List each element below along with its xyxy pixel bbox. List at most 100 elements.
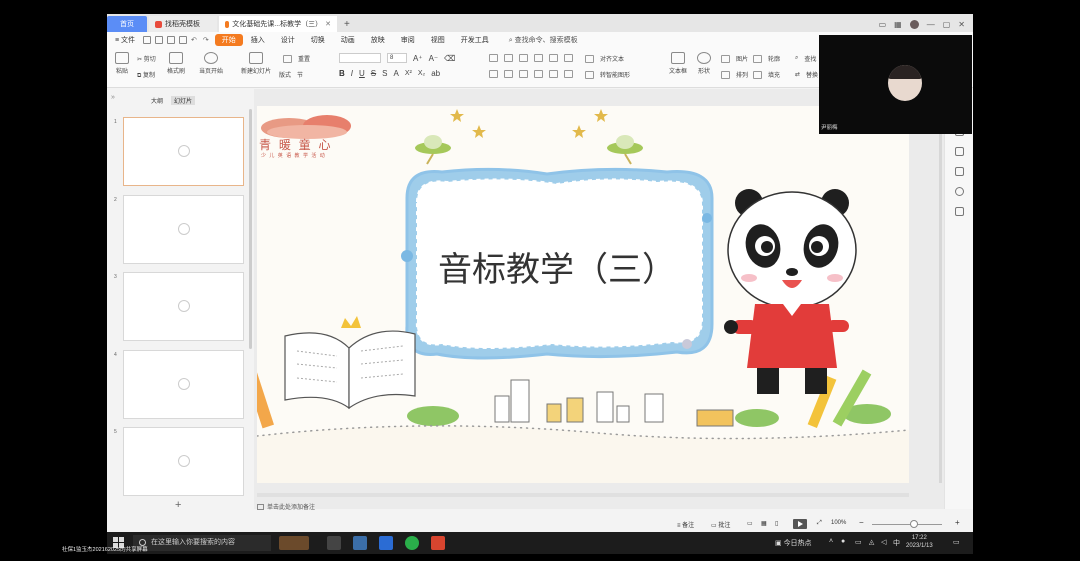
canvas-scrollbar[interactable]	[939, 107, 942, 483]
reading-view-icon[interactable]: ▯	[775, 520, 778, 527]
fill-button[interactable]: 填充	[753, 70, 780, 79]
save-icon[interactable]	[143, 36, 152, 44]
section-button[interactable]: 节	[297, 70, 303, 79]
location-icon[interactable]	[955, 187, 964, 196]
new-slide-button[interactable]: 新建幻灯片	[241, 52, 271, 75]
slide-title[interactable]: 音标教学（三）	[407, 242, 707, 291]
book-open-icon[interactable]	[955, 207, 964, 216]
close-window-icon[interactable]: ✕	[958, 20, 965, 29]
tray-up-icon[interactable]: ˄	[829, 538, 833, 545]
grow-font-icon[interactable]: A⁺	[413, 54, 423, 63]
collapse-panel-icon[interactable]: »	[111, 94, 115, 101]
shrink-font-icon[interactable]: A⁻	[429, 54, 439, 63]
strikethrough-icon[interactable]: S	[371, 69, 376, 78]
grid-icon[interactable]: ▦	[894, 20, 902, 29]
slide-thumbnail[interactable]	[123, 427, 244, 496]
add-slide-button[interactable]: +	[175, 499, 181, 511]
taskbar-widget-icon[interactable]	[279, 536, 309, 550]
zoom-in-button[interactable]: +	[955, 518, 960, 527]
export-icon[interactable]	[179, 36, 188, 44]
zoom-slider-track[interactable]	[872, 524, 942, 525]
wps-icon[interactable]	[431, 536, 445, 550]
tab-slides[interactable]: 幻灯片	[171, 96, 196, 105]
replace-button[interactable]: ⇄ 替换	[795, 70, 818, 79]
font-color-icon[interactable]: A	[393, 69, 398, 78]
align-text-button[interactable]: 对齐文本	[585, 54, 624, 63]
maximize-icon[interactable]: ▢	[943, 20, 951, 29]
normal-view-icon[interactable]: ▭	[747, 520, 753, 527]
subscript-icon[interactable]: X₂	[418, 70, 425, 77]
copy-icon[interactable]	[955, 147, 964, 156]
indent-decrease-icon[interactable]	[519, 54, 528, 62]
zoom-out-button[interactable]: −	[859, 518, 864, 527]
redo-icon[interactable]: ↷	[203, 36, 209, 44]
italic-icon[interactable]: I	[351, 69, 353, 78]
menu-file[interactable]: ≡ 文件	[113, 35, 143, 45]
minimize-icon[interactable]: —	[927, 20, 935, 29]
distribute-icon[interactable]	[549, 70, 558, 78]
tab-home[interactable]: 首页	[107, 16, 147, 32]
menu-transition[interactable]: 切换	[303, 35, 333, 45]
undo-icon[interactable]: ↶	[191, 36, 197, 44]
tab-document[interactable]: 文化基础先课...标教学（三） ✕	[219, 16, 337, 32]
copy-button[interactable]: ⧉ 复制	[137, 70, 155, 80]
menu-view[interactable]: 视图	[423, 35, 453, 45]
notes-area[interactable]: 单击此处添加备注	[257, 502, 315, 511]
menu-insert[interactable]: 插入	[243, 35, 273, 45]
text-direction-icon[interactable]	[564, 54, 573, 62]
underline-icon[interactable]: U	[359, 69, 365, 78]
current-slide[interactable]: 青 暖 童 心 少 儿 英 语 教 学 活 动 音标教学（三）	[257, 106, 909, 483]
zoom-level[interactable]: 100%	[831, 520, 846, 526]
bold-icon[interactable]: B	[339, 69, 345, 78]
align-right-icon[interactable]	[519, 70, 528, 78]
clear-format-icon[interactable]: ⌫	[444, 54, 455, 63]
superscript-icon[interactable]: X²	[405, 70, 412, 77]
bullets-icon[interactable]	[489, 54, 498, 62]
print-icon[interactable]	[155, 36, 164, 44]
slide-thumbnail[interactable]	[123, 117, 244, 186]
format-painter-button[interactable]: 格式刷	[167, 52, 185, 75]
volume-icon[interactable]: ◁	[881, 538, 886, 546]
taskbar-clock[interactable]: 17:22 2023/1/13	[906, 534, 933, 550]
play-current-button[interactable]: 当页开始	[199, 52, 223, 75]
menu-developer[interactable]: 开发工具	[453, 35, 497, 45]
zoom-slider-knob[interactable]	[910, 520, 918, 528]
justify-icon[interactable]	[534, 70, 543, 78]
align-center-icon[interactable]	[504, 70, 513, 78]
paste-button[interactable]: 粘贴	[115, 52, 129, 75]
taskbar-search-input[interactable]: 在这里输入你要搜索的内容	[133, 535, 271, 551]
layout-icon[interactable]: ▭	[879, 20, 887, 29]
slide-thumbnail[interactable]	[123, 350, 244, 419]
canvas-horizontal-scrollbar[interactable]	[257, 493, 909, 497]
menu-design[interactable]: 设计	[273, 35, 303, 45]
panel-scrollbar[interactable]	[249, 109, 252, 349]
wechat-icon[interactable]	[405, 536, 419, 550]
task-view-icon[interactable]	[327, 536, 341, 550]
comments-toggle[interactable]: ▭ 批注	[711, 520, 730, 529]
numbering-icon[interactable]	[504, 54, 513, 62]
line-spacing-icon[interactable]	[549, 54, 558, 62]
indent-increase-icon[interactable]	[534, 54, 543, 62]
close-tab-icon[interactable]: ✕	[325, 20, 331, 28]
layout-button[interactable]: 版式	[279, 70, 291, 79]
align-left-icon[interactable]	[489, 70, 498, 78]
sorter-view-icon[interactable]: ▦	[761, 520, 767, 527]
text-box-button[interactable]: 文本框	[669, 52, 687, 75]
menu-home[interactable]: 开始	[214, 34, 243, 46]
command-search[interactable]: ⌕ 查找命令、搜索模板	[497, 35, 578, 45]
user-avatar[interactable]	[909, 19, 919, 29]
shape-button[interactable]: 形状	[697, 52, 711, 75]
meeting-app-icon[interactable]	[379, 536, 393, 550]
reset-button[interactable]: 重置	[298, 54, 310, 63]
slide-thumbnail[interactable]	[123, 195, 244, 264]
microphone-icon[interactable]: ●	[841, 538, 845, 545]
battery-icon[interactable]: ▭	[855, 538, 862, 546]
convert-smartart-button[interactable]: 转智能图形	[585, 70, 630, 79]
fit-window-icon[interactable]: ⤢	[817, 520, 822, 527]
menu-review[interactable]: 审阅	[393, 35, 423, 45]
explorer-icon[interactable]	[353, 536, 367, 550]
notes-toggle[interactable]: ≡ 备注	[677, 520, 694, 529]
news-widget[interactable]: ▣ 今日热点	[775, 538, 812, 548]
slide-thumbnail[interactable]	[123, 272, 244, 341]
ime-indicator[interactable]: 中	[893, 538, 900, 548]
